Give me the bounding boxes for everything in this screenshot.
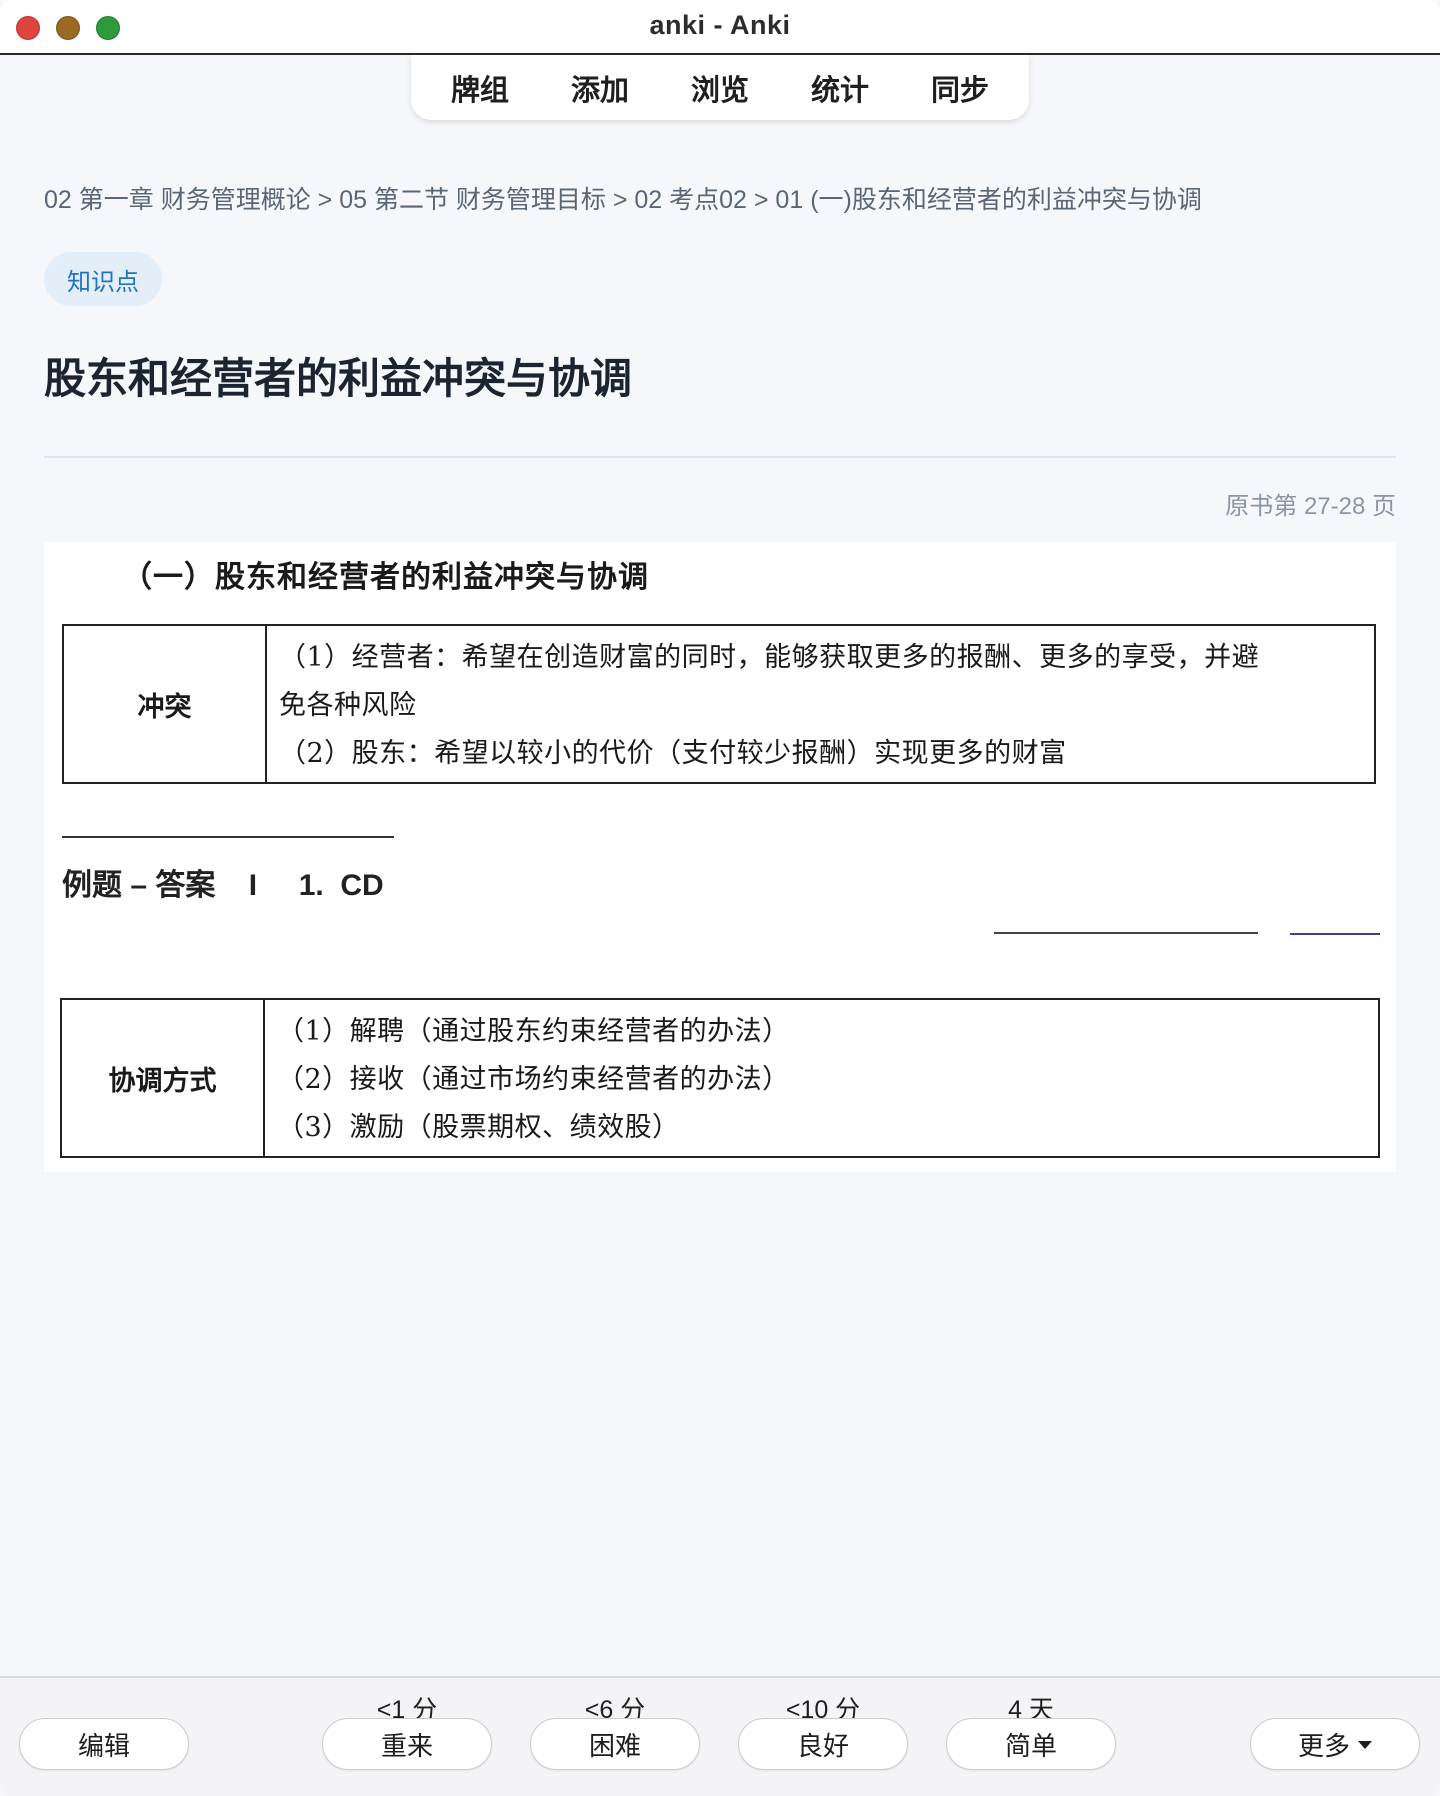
- nav-sync[interactable]: 同步: [900, 67, 1020, 109]
- more-button[interactable]: 更多: [1250, 1718, 1420, 1770]
- nav-add[interactable]: 添加: [540, 67, 660, 109]
- conflict-table: 冲突 （1）经营者：希望在创造财富的同时，能够获取更多的报酬、更多的享受，并避 …: [62, 624, 1376, 784]
- breadcrumb: 02 第一章 财务管理概论 > 05 第二节 财务管理目标 > 02 考点02 …: [44, 186, 1202, 214]
- hard-button[interactable]: 困难: [530, 1718, 700, 1770]
- easy-button-label: 简单: [1004, 1730, 1057, 1761]
- scan-rule: [1290, 933, 1380, 935]
- coordination-label: 协调方式: [62, 1000, 265, 1156]
- anki-window: anki - Anki 牌组 添加 浏览 统计 同步 02 第一章 财务管理概论…: [0, 0, 1440, 1796]
- nav-browse[interactable]: 浏览: [660, 67, 780, 109]
- tag-badge: 知识点: [44, 252, 162, 306]
- scan-rule: [62, 836, 394, 838]
- edit-button-label: 编辑: [77, 1730, 130, 1761]
- answer-bar: 编辑 <1 分 重来 <6 分 困难 <10 分 良好 4 天 简单 更多: [0, 1676, 1440, 1796]
- scan-rule: [994, 932, 1258, 934]
- conflict-line: （1）经营者：希望在创造财富的同时，能够获取更多的报酬、更多的享受，并避: [279, 642, 1260, 673]
- conflict-line: （2）股东：希望以较小的代价（支付较少报酬）实现更多的财富: [279, 738, 1067, 769]
- good-button-label: 良好: [796, 1730, 849, 1761]
- conflict-content: （1）经营者：希望在创造财富的同时，能够获取更多的报酬、更多的享受，并避 免各种…: [267, 626, 1271, 782]
- conflict-label: 冲突: [64, 626, 267, 782]
- nav-stats[interactable]: 统计: [780, 67, 900, 109]
- coordination-table: 协调方式 （1）解聘（通过股东约束经营者的办法） （2）接收（通过市场约束经营者…: [60, 998, 1380, 1158]
- easy-button[interactable]: 简单: [946, 1718, 1116, 1770]
- conflict-line: 免各种风险: [279, 690, 417, 721]
- example-answer: 例题 – 答案 I 1. CD: [62, 869, 384, 902]
- again-button[interactable]: 重来: [322, 1718, 492, 1770]
- good-button[interactable]: 良好: [738, 1718, 908, 1770]
- card-title: 股东和经营者的利益冲突与协调: [44, 355, 633, 402]
- window-title: anki - Anki: [649, 10, 791, 40]
- coordination-line: （1）解聘（通过股东约束经营者的办法）: [277, 1016, 790, 1047]
- caret-down-icon: [1358, 1741, 1372, 1749]
- title-bar: anki - Anki: [0, 0, 1440, 55]
- hard-button-label: 困难: [588, 1730, 641, 1761]
- coordination-line: （3）激励（股票期权、绩效股）: [277, 1112, 680, 1143]
- coordination-line: （2）接收（通过市场约束经营者的办法）: [277, 1064, 790, 1095]
- coordination-content: （1）解聘（通过股东约束经营者的办法） （2）接收（通过市场约束经营者的办法） …: [265, 1000, 802, 1156]
- divider: [44, 456, 1396, 458]
- page-reference: 原书第 27-28 页: [1225, 493, 1396, 520]
- top-navigation: 牌组 添加 浏览 统计 同步: [411, 55, 1029, 120]
- again-button-label: 重来: [380, 1730, 433, 1761]
- more-button-label: 更多: [1297, 1730, 1350, 1761]
- scan-heading: （一）股东和经营者的利益冲突与协调: [122, 560, 649, 595]
- edit-button[interactable]: 编辑: [19, 1718, 189, 1770]
- nav-decks[interactable]: 牌组: [420, 67, 540, 109]
- scanned-excerpt: （一）股东和经营者的利益冲突与协调 冲突 （1）经营者：希望在创造财富的同时，能…: [44, 542, 1396, 1172]
